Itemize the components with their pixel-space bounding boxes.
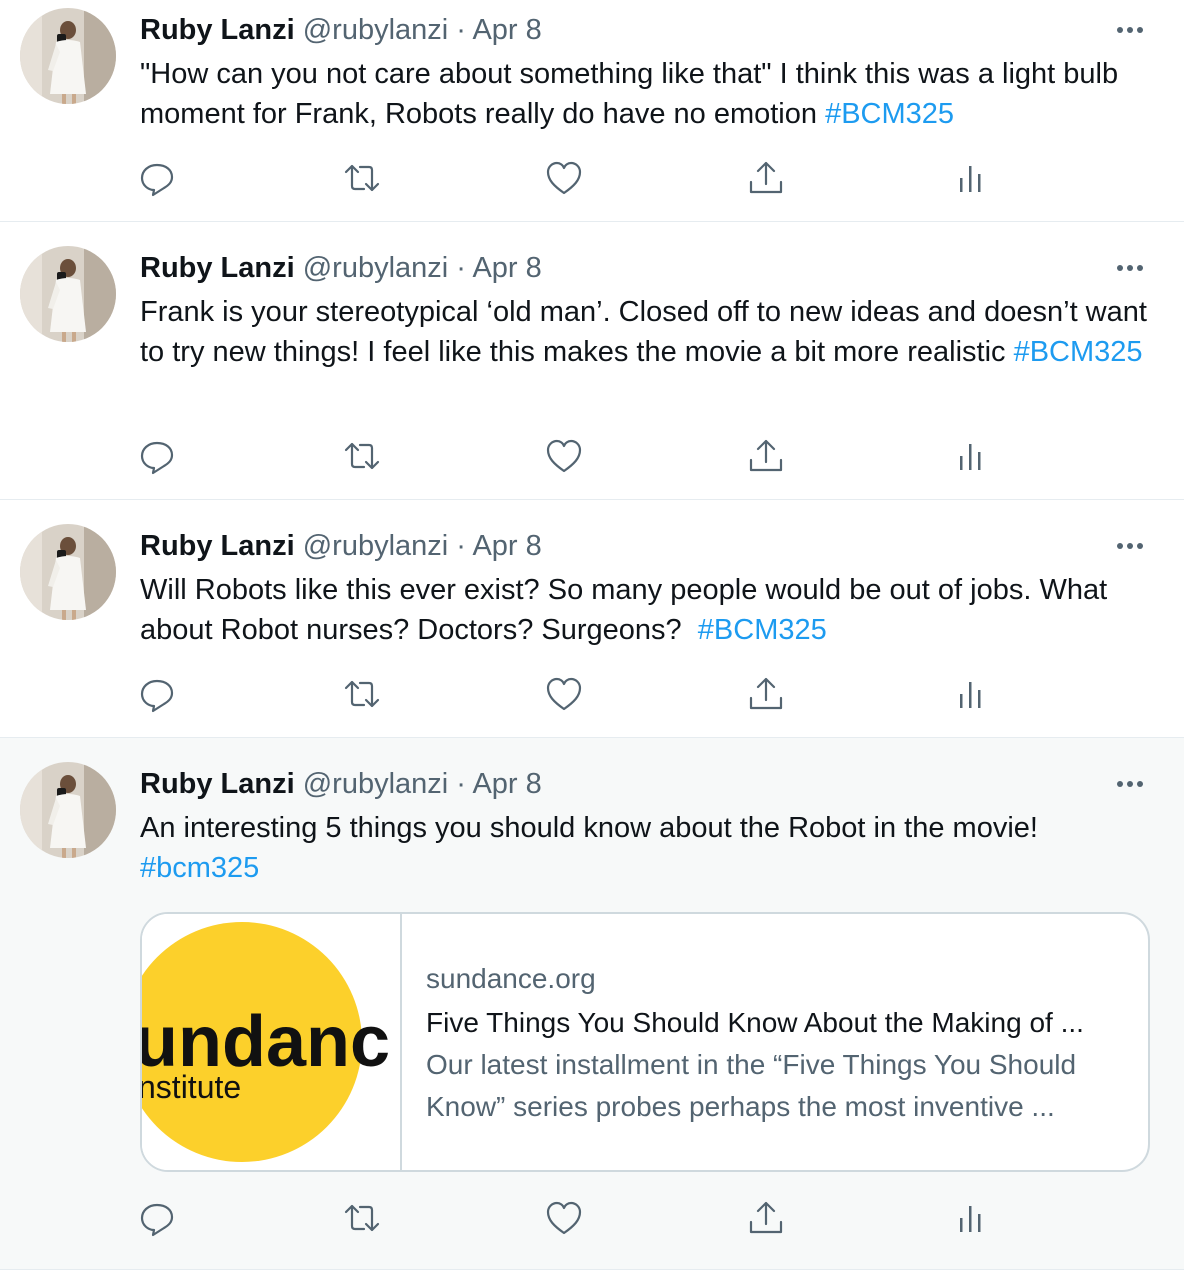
- tweet-actions: [0, 674, 1184, 714]
- header-separator: ·: [456, 530, 466, 562]
- author-handle[interactable]: @rubylanzi: [303, 252, 449, 284]
- header-separator: ·: [456, 768, 466, 800]
- tweet-text-content: An interesting 5 things you should know …: [140, 812, 1038, 844]
- tweet-actions: [0, 158, 1184, 198]
- like-icon[interactable]: [544, 436, 584, 476]
- avatar[interactable]: [20, 8, 116, 104]
- card-description: Our latest installment in the “Five Thin…: [426, 1049, 1077, 1122]
- like-icon[interactable]: [544, 1198, 584, 1238]
- tweet-text: Will Robots like this ever exist? So man…: [140, 570, 1160, 650]
- tweet-text: "How can you not care about something li…: [140, 54, 1160, 134]
- tweet-text: An interesting 5 things you should know …: [140, 808, 1160, 888]
- retweet-icon[interactable]: [342, 1198, 382, 1238]
- more-icon[interactable]: [1112, 534, 1148, 558]
- author-name[interactable]: Ruby Lanzi: [140, 768, 295, 800]
- share-icon[interactable]: [746, 436, 786, 476]
- tweet-date[interactable]: Apr 8: [472, 530, 541, 562]
- card-text: sundance.org Five Things You Should Know…: [426, 958, 1132, 1128]
- tweet-date[interactable]: Apr 8: [472, 768, 541, 800]
- reply-icon[interactable]: [137, 158, 177, 198]
- reply-icon[interactable]: [137, 1198, 177, 1238]
- header-separator: ·: [456, 14, 466, 46]
- hashtag-link[interactable]: #BCM325: [825, 98, 954, 130]
- like-icon[interactable]: [544, 158, 584, 198]
- tweet-header: Ruby Lanzi @rubylanzi · Apr 8: [140, 248, 542, 288]
- retweet-icon[interactable]: [342, 436, 382, 476]
- hashtag-link[interactable]: #BCM325: [1014, 336, 1143, 368]
- analytics-icon[interactable]: [950, 158, 990, 198]
- tweet-date[interactable]: Apr 8: [472, 252, 541, 284]
- author-name[interactable]: Ruby Lanzi: [140, 14, 295, 46]
- author-name[interactable]: Ruby Lanzi: [140, 252, 295, 284]
- card-domain: sundance.org: [426, 963, 596, 994]
- author-handle[interactable]: @rubylanzi: [303, 14, 449, 46]
- more-icon[interactable]: [1112, 772, 1148, 796]
- tweet-text-content: Frank is your stereotypical ‘old man’. C…: [140, 296, 1147, 368]
- tweet-feed: Ruby Lanzi @rubylanzi · Apr 8 "How can y…: [0, 0, 1184, 1270]
- more-icon[interactable]: [1112, 18, 1148, 42]
- author-name[interactable]: Ruby Lanzi: [140, 530, 295, 562]
- share-icon[interactable]: [746, 674, 786, 714]
- tweet-date[interactable]: Apr 8: [472, 14, 541, 46]
- tweet-actions: [0, 1198, 1184, 1238]
- analytics-icon[interactable]: [950, 436, 990, 476]
- tweet[interactable]: Ruby Lanzi @rubylanzi · Apr 8 "How can y…: [0, 0, 1184, 222]
- logo-text-line2: nstitute: [142, 1069, 241, 1105]
- avatar[interactable]: [20, 524, 116, 620]
- tweet-text-content: "How can you not care about something li…: [140, 58, 1119, 130]
- tweet-header: Ruby Lanzi @rubylanzi · Apr 8: [140, 526, 542, 566]
- avatar[interactable]: [20, 246, 116, 342]
- tweet-header: Ruby Lanzi @rubylanzi · Apr 8: [140, 764, 542, 804]
- tweet-actions: [0, 436, 1184, 476]
- tweet-text: Frank is your stereotypical ‘old man’. C…: [140, 292, 1160, 372]
- like-icon[interactable]: [544, 674, 584, 714]
- author-handle[interactable]: @rubylanzi: [303, 530, 449, 562]
- retweet-icon[interactable]: [342, 674, 382, 714]
- retweet-icon[interactable]: [342, 158, 382, 198]
- header-separator: ·: [456, 252, 466, 284]
- link-preview-card[interactable]: undanc nstitute sundance.org Five Things…: [140, 912, 1150, 1172]
- tweet[interactable]: Ruby Lanzi @rubylanzi · Apr 8 An interes…: [0, 738, 1184, 1270]
- card-title[interactable]: Five Things You Should Know About the Ma…: [426, 1002, 1132, 1044]
- author-handle[interactable]: @rubylanzi: [303, 768, 449, 800]
- tweet-header: Ruby Lanzi @rubylanzi · Apr 8: [140, 10, 542, 50]
- reply-icon[interactable]: [137, 674, 177, 714]
- more-icon[interactable]: [1112, 256, 1148, 280]
- tweet[interactable]: Ruby Lanzi @rubylanzi · Apr 8 Will Robot…: [0, 500, 1184, 738]
- reply-icon[interactable]: [137, 436, 177, 476]
- hashtag-link[interactable]: #BCM325: [698, 614, 827, 646]
- tweet[interactable]: Ruby Lanzi @rubylanzi · Apr 8 Frank is y…: [0, 222, 1184, 500]
- tweet-text-content: Will Robots like this ever exist? So man…: [140, 574, 1116, 646]
- analytics-icon[interactable]: [950, 674, 990, 714]
- hashtag-link[interactable]: #bcm325: [140, 852, 259, 884]
- card-thumbnail[interactable]: undanc nstitute: [142, 914, 402, 1170]
- share-icon[interactable]: [746, 1198, 786, 1238]
- share-icon[interactable]: [746, 158, 786, 198]
- analytics-icon[interactable]: [950, 1198, 990, 1238]
- avatar[interactable]: [20, 762, 116, 858]
